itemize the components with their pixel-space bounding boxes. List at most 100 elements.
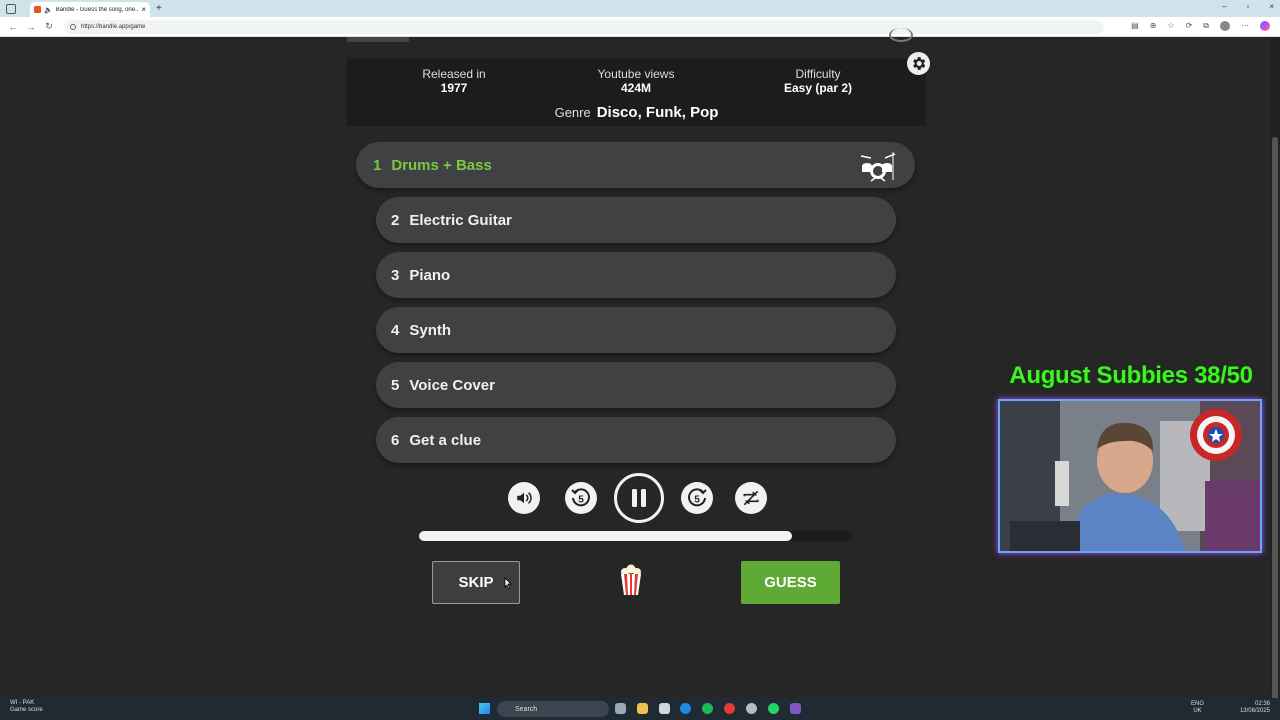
rewind-seconds: 5 [578, 495, 584, 506]
progress-bar[interactable] [419, 531, 853, 541]
refresh-icon[interactable]: ↻ [44, 21, 54, 32]
browser-tab-bar: 🔈 Bandle - Guess the song, one... × + – … [0, 0, 1280, 17]
search-text: Search [515, 705, 538, 713]
lang-top: ENG [1190, 701, 1204, 707]
stem-label: Get a clue [409, 431, 482, 449]
new-tab-icon[interactable]: + [156, 3, 162, 14]
browser-toolbar: ▤ ⊕ ☆ ⟳ ⧉ ⋯ [1131, 21, 1270, 31]
edge-icon[interactable] [680, 703, 691, 714]
popcorn-icon[interactable] [617, 564, 645, 596]
stem-item-3[interactable]: 3 Piano [376, 252, 896, 298]
file-explorer-icon[interactable] [637, 703, 648, 714]
collections-icon[interactable]: ⧉ [1203, 21, 1209, 31]
stem-number: 1 [373, 156, 382, 174]
app-icon-grey[interactable] [746, 703, 757, 714]
reader-view-icon[interactable]: ▤ [1131, 21, 1139, 31]
stem-label: Drums + Bass [391, 156, 492, 174]
task-view-icon[interactable] [615, 703, 626, 714]
difficulty-label: Difficulty [795, 67, 841, 81]
whatsapp-icon[interactable] [768, 703, 779, 714]
clock-date: 13/08/2025 [1239, 708, 1270, 714]
webcam-image [1000, 401, 1260, 551]
drum-kit-icon [860, 152, 896, 182]
stem-item-6[interactable]: 6 Get a clue [376, 417, 896, 463]
stem-item-5[interactable]: 5 Voice Cover [376, 362, 896, 408]
difficulty-stat: Difficulty Easy (par 2) [768, 67, 868, 95]
site-info-icon[interactable] [70, 23, 76, 30]
speaker-icon[interactable]: 🔈 [44, 6, 53, 14]
browser-tab[interactable]: 🔈 Bandle - Guess the song, one... × [30, 2, 150, 17]
weather-title: WI - PAK [10, 700, 35, 706]
stem-item-2[interactable]: 2 Electric Guitar [376, 197, 896, 243]
scrollbar[interactable] [1270, 37, 1280, 707]
extensions-icon[interactable]: ⟳ [1186, 21, 1193, 31]
window-menu-icon[interactable] [6, 3, 16, 14]
settings-gear-icon[interactable] [907, 52, 930, 75]
forward-seconds: 5 [694, 495, 700, 506]
clock-time: 02:36 [1254, 701, 1270, 707]
address-bar: ← → ↻ https://bandle.app/game ▤ ⊕ ☆ ⟳ ⧉ … [0, 17, 1280, 37]
close-window-icon[interactable]: × [1269, 2, 1274, 11]
favorite-star-icon[interactable]: ☆ [1167, 21, 1174, 31]
stream-goal-title: August Subbies 38/50 [1009, 362, 1253, 389]
guess-button[interactable]: GUESS [741, 561, 840, 604]
url-text: https://bandle.app/game [81, 23, 146, 30]
loop-off-button[interactable] [735, 482, 767, 514]
genre-label: Genre [554, 105, 591, 120]
store-icon[interactable] [659, 703, 670, 714]
volume-button[interactable] [508, 482, 540, 514]
stem-item-4[interactable]: 4 Synth [376, 307, 896, 353]
clock[interactable]: 02:36 13/08/2025 [1240, 701, 1270, 715]
windows-taskbar: WI - PAK Game score Search ENG UK 02:36 … [0, 698, 1280, 720]
guess-label: GUESS [764, 574, 817, 591]
loop-off-icon [743, 490, 759, 506]
views-value: 424M [620, 81, 652, 95]
profile-avatar[interactable] [1220, 21, 1230, 31]
stem-number: 6 [391, 431, 400, 449]
difficulty-value: Easy (par 2) [783, 81, 853, 95]
app-icon-purple[interactable] [790, 703, 801, 714]
back-icon[interactable]: ← [8, 22, 18, 32]
app-icon-red[interactable] [724, 703, 735, 714]
taskbar-search[interactable]: Search [497, 701, 609, 717]
bandle-favicon-icon [34, 6, 41, 13]
mouse-cursor-icon [504, 577, 512, 590]
close-tab-icon[interactable]: × [141, 5, 146, 14]
copilot-icon[interactable] [1260, 21, 1270, 31]
pause-icon [632, 489, 646, 507]
views-label: Youtube views [597, 67, 675, 81]
stem-number: 5 [391, 376, 400, 394]
windows-start-icon[interactable] [479, 703, 490, 714]
genre-row: Genre Disco, Funk, Pop [347, 104, 926, 121]
stem-label: Piano [409, 266, 451, 284]
window-controls: – ▫ × [1222, 2, 1274, 11]
pause-button[interactable] [614, 473, 664, 523]
stem-label: Voice Cover [409, 376, 495, 394]
scrollbar-thumb[interactable] [1272, 137, 1278, 707]
stem-label: Electric Guitar [409, 211, 512, 229]
zoom-icon[interactable]: ⊕ [1150, 21, 1157, 31]
released-value: 1977 [440, 81, 468, 95]
released-label: Released in [422, 67, 486, 81]
restore-icon[interactable]: ▫ [1246, 2, 1249, 11]
cut-off-circle [889, 28, 913, 42]
weather-widget[interactable]: WI - PAK Game score [10, 700, 43, 714]
progress-fill [419, 531, 793, 541]
lang-bottom: UK [1193, 708, 1202, 714]
webcam-feed [998, 399, 1262, 553]
stem-item-1[interactable]: 1 Drums + Bass [356, 142, 915, 188]
menu-dots-icon[interactable]: ⋯ [1241, 21, 1249, 31]
url-field[interactable]: https://bandle.app/game [64, 19, 1104, 34]
spotify-icon[interactable] [702, 703, 713, 714]
minimize-icon[interactable]: – [1222, 2, 1226, 11]
stem-number: 2 [391, 211, 400, 229]
released-stat: Released in 1977 [409, 67, 499, 95]
skip-label: SKIP [458, 574, 494, 591]
forward-5-button[interactable]: 5 [681, 482, 713, 514]
forward-icon[interactable]: → [26, 22, 36, 32]
cut-off-element [347, 37, 409, 42]
stem-label: Synth [409, 321, 452, 339]
genre-value: Disco, Funk, Pop [596, 104, 719, 121]
language-indicator[interactable]: ENG UK [1191, 701, 1204, 715]
rewind-5-button[interactable]: 5 [565, 482, 597, 514]
